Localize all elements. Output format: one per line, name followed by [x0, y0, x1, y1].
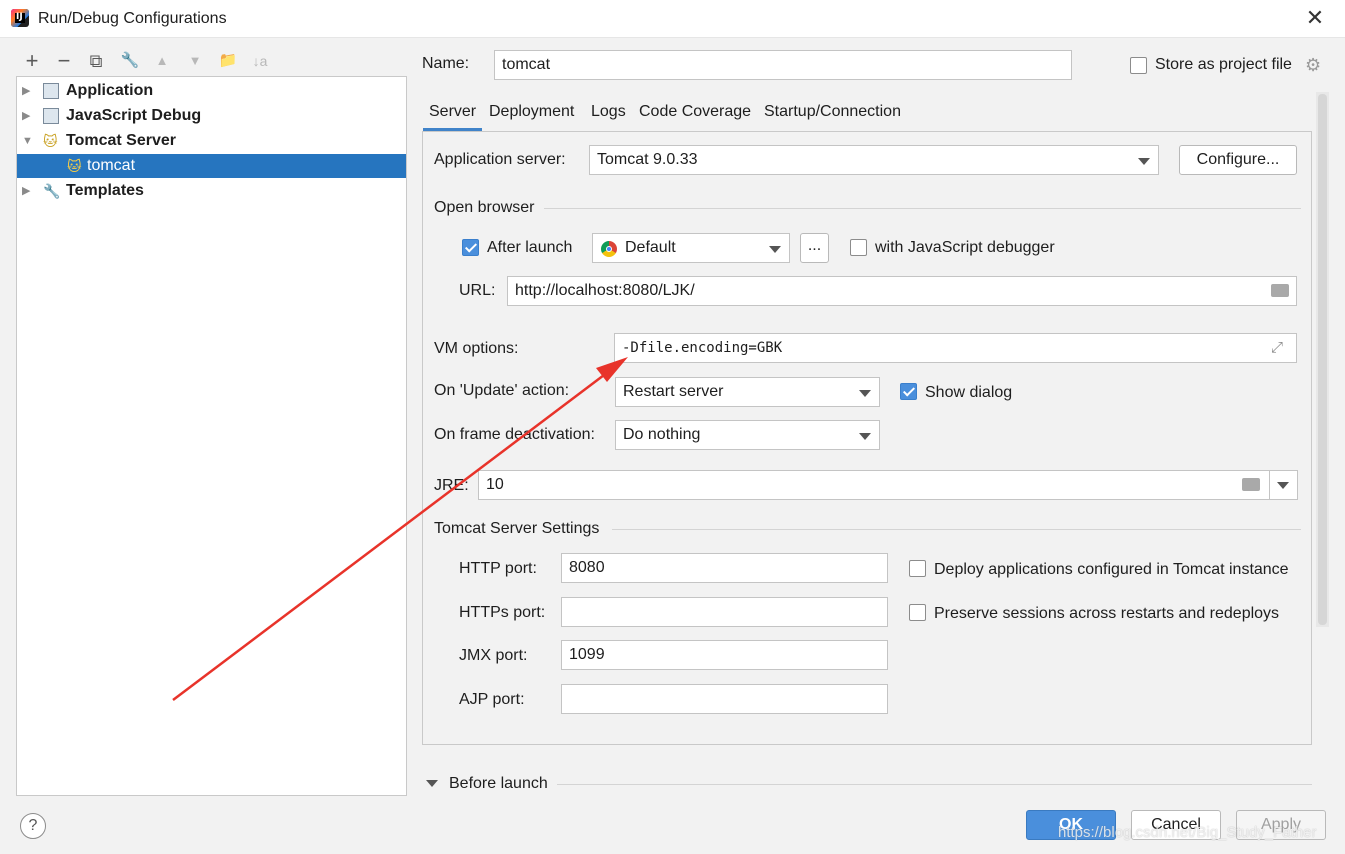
tree-item-label: Application: [66, 82, 154, 99]
jmx-port-label: JMX port:: [459, 647, 528, 664]
on-update-select[interactable]: Restart server: [615, 377, 880, 407]
expand-arrow-icon[interactable]: ▶: [22, 79, 34, 103]
selected-value: Tomcat 9.0.33: [597, 151, 698, 168]
url-label: URL:: [459, 282, 496, 299]
open-browser-separator: [544, 208, 1301, 209]
on-frame-deactivation-select[interactable]: Do nothing: [615, 420, 880, 450]
selected-value: Default: [625, 239, 676, 256]
store-as-project-file-checkbox[interactable]: [1130, 57, 1147, 74]
dropdown-arrow-icon: [859, 390, 871, 397]
js-debugger-checkbox[interactable]: [850, 239, 867, 256]
url-input[interactable]: http://localhost:8080/LJK/: [507, 276, 1297, 306]
name-label: Name:: [422, 55, 470, 72]
expand-arrow-icon[interactable]: ▶: [22, 179, 34, 203]
http-port-label: HTTP port:: [459, 560, 537, 577]
close-icon[interactable]: ✕: [1303, 6, 1327, 30]
after-launch-label: After launch: [487, 239, 573, 256]
ajp-port-input[interactable]: [561, 684, 888, 714]
tab-deployment[interactable]: Deployment: [483, 101, 580, 131]
jre-label: JRE:: [434, 477, 469, 494]
tomcat-settings-label: Tomcat Server Settings: [434, 520, 600, 537]
tree-item-tomcat-server[interactable]: ▼ 🐱 Tomcat Server: [17, 129, 406, 153]
tree-item-javascript-debug[interactable]: ▶ JavaScript Debug: [17, 104, 406, 128]
tomcat-icon: 🐱: [43, 133, 58, 149]
ajp-port-label: AJP port:: [459, 691, 525, 708]
jre-divider: [1269, 471, 1270, 499]
vm-options-input[interactable]: -Dfile.encoding=GBK: [614, 333, 1297, 363]
jmx-port-input[interactable]: 1099: [561, 640, 888, 670]
help-button[interactable]: ?: [20, 813, 46, 839]
browser-options-button[interactable]: ...: [800, 233, 829, 263]
chrome-icon-center: [606, 246, 612, 252]
application-server-select[interactable]: Tomcat 9.0.33: [589, 145, 1159, 175]
tab-server[interactable]: Server: [423, 101, 483, 131]
dropdown-arrow-icon: [769, 246, 781, 253]
selected-value: Restart server: [623, 383, 724, 400]
before-launch-separator: [557, 784, 1312, 785]
https-port-input[interactable]: [561, 597, 888, 627]
sort-icon[interactable]: ↓a: [250, 51, 270, 71]
show-dialog-checkbox[interactable]: [900, 383, 917, 400]
dropdown-arrow-icon: [859, 433, 871, 440]
preserve-sessions-checkbox[interactable]: [909, 604, 926, 621]
wrench-icon[interactable]: 🔧: [120, 51, 140, 71]
browse-folder-icon[interactable]: [1242, 478, 1260, 491]
expand-arrow-icon[interactable]: ▶: [22, 104, 34, 128]
tomcat-icon: 🐱: [67, 158, 82, 174]
copy-configuration-icon[interactable]: ⧉: [86, 51, 106, 71]
configurations-tree[interactable]: ▶ Application ▶ JavaScript Debug ▼ 🐱 Tom…: [16, 76, 407, 796]
jre-input[interactable]: 10: [478, 470, 1298, 500]
remove-configuration-icon[interactable]: −: [54, 50, 74, 72]
tree-item-label: tomcat: [87, 157, 136, 174]
deploy-applications-label: Deploy applications configured in Tomcat…: [934, 561, 1289, 578]
add-configuration-icon[interactable]: +: [22, 50, 42, 72]
https-port-label: HTTPs port:: [459, 604, 546, 621]
tree-item-label: Templates: [66, 182, 144, 199]
javascript-debug-icon: [43, 108, 59, 124]
jre-dropdown-arrow-icon[interactable]: [1277, 482, 1289, 489]
tree-item-label: JavaScript Debug: [66, 107, 202, 124]
dropdown-arrow-icon: [1138, 158, 1150, 165]
store-as-project-file-label: Store as project file: [1155, 56, 1292, 73]
folder-icon[interactable]: 📁: [218, 51, 238, 71]
on-frame-deactivation-label: On frame deactivation:: [434, 426, 595, 443]
js-debugger-label: with JavaScript debugger: [875, 239, 1055, 256]
move-down-icon[interactable]: ▼: [185, 51, 205, 71]
browser-select[interactable]: Default: [592, 233, 790, 263]
application-server-label: Application server:: [434, 151, 566, 168]
after-launch-checkbox[interactable]: [462, 239, 479, 256]
http-port-input[interactable]: 8080: [561, 553, 888, 583]
tomcat-settings-separator: [612, 529, 1301, 530]
gear-icon[interactable]: ⚙: [1305, 55, 1321, 76]
on-update-label: On 'Update' action:: [434, 382, 570, 399]
before-launch-label[interactable]: Before launch: [449, 775, 548, 793]
selected-value: Do nothing: [623, 426, 701, 443]
tree-item-application[interactable]: ▶ Application: [17, 79, 406, 103]
configure-button[interactable]: Configure...: [1179, 145, 1297, 175]
preserve-sessions-label: Preserve sessions across restarts and re…: [934, 605, 1280, 622]
show-dialog-label: Show dialog: [925, 384, 1013, 401]
tab-code-coverage[interactable]: Code Coverage: [633, 101, 757, 131]
scrollbar-thumb[interactable]: [1318, 94, 1327, 625]
window-title: Run/Debug Configurations: [38, 10, 227, 27]
wrench-icon: 🔧: [43, 183, 61, 199]
expand-icon[interactable]: ⤢: [1271, 339, 1283, 356]
tab-startup-connection[interactable]: Startup/Connection: [758, 101, 907, 131]
intellij-app-icon: IJ: [11, 9, 29, 27]
vm-options-label: VM options:: [434, 340, 519, 357]
collapse-arrow-icon[interactable]: ▼: [22, 129, 34, 153]
application-icon: [43, 83, 59, 99]
tab-logs[interactable]: Logs: [585, 101, 632, 131]
browse-folder-icon[interactable]: [1271, 284, 1289, 297]
deploy-applications-checkbox[interactable]: [909, 560, 926, 577]
tree-item-label: Tomcat Server: [66, 132, 176, 149]
name-input[interactable]: tomcat: [494, 50, 1072, 80]
tree-item-templates[interactable]: ▶ 🔧 Templates: [17, 179, 406, 203]
move-up-icon[interactable]: ▲: [152, 51, 172, 71]
watermark-text: https://blog.csdn.net/Big_Study_Father: [1058, 824, 1317, 841]
collapse-arrow-icon[interactable]: [426, 780, 438, 787]
tree-item-tomcat[interactable]: 🐱 tomcat: [17, 154, 406, 178]
open-browser-label: Open browser: [434, 199, 535, 216]
